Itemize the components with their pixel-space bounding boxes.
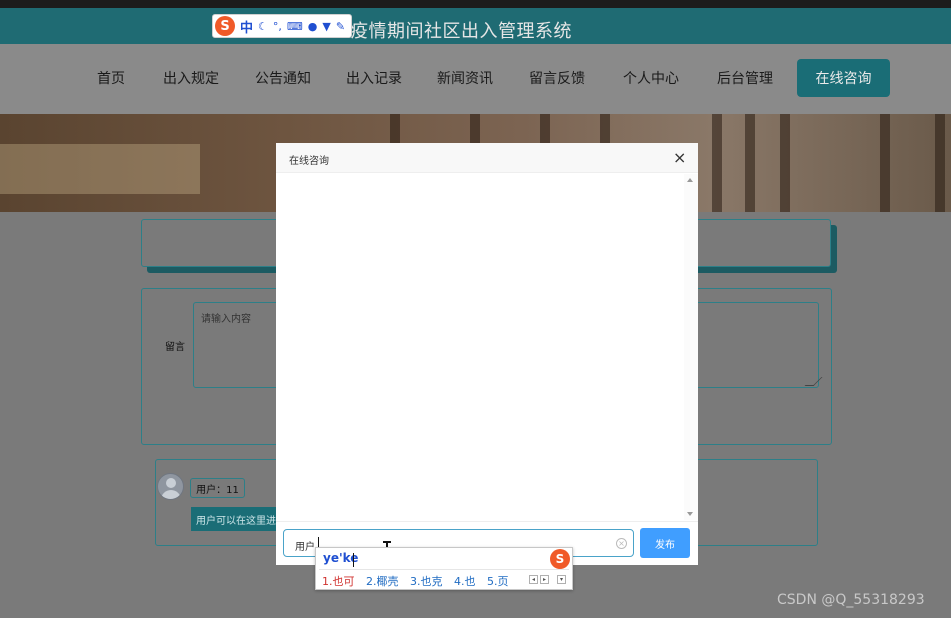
chat-input-value: 用户: [295, 542, 315, 553]
ime-candidate[interactable]: 3.也克: [410, 575, 443, 588]
user-icon[interactable]: ●: [308, 20, 318, 33]
close-icon[interactable]: ×: [673, 148, 686, 167]
ime-candidate[interactable]: 2.椰壳: [366, 575, 399, 588]
message-label: 留言: [165, 342, 185, 353]
top-strip: [0, 0, 951, 8]
wrench-icon[interactable]: ✎: [336, 20, 345, 33]
watermark: CSDN @Q_55318293: [777, 592, 925, 608]
moon-icon[interactable]: ☾: [258, 20, 268, 33]
nav-item-admin[interactable]: 后台管理: [717, 68, 773, 88]
main-nav: 首页 出入规定 公告通知 出入记录 新闻资讯 留言反馈 个人中心 后台管理 在线…: [0, 44, 951, 114]
nav-item-rules[interactable]: 出入规定: [163, 68, 219, 88]
nav-item-feedback[interactable]: 留言反馈: [529, 68, 585, 88]
ime-expand-icon[interactable]: ▾: [557, 575, 566, 584]
ime-candidate-popup: ye'ke S 1.也可 2.椰壳 3.也克 4.也 5.页 ◂ ▸ ▾: [315, 547, 573, 590]
dialog-divider: [276, 521, 698, 522]
keyboard-icon[interactable]: ⌨: [287, 20, 303, 33]
online-consult-button[interactable]: 在线咨询: [797, 59, 890, 97]
nav-item-home[interactable]: 首页: [97, 68, 125, 88]
message-placeholder: 请输入内容: [201, 314, 251, 325]
ime-toolbar[interactable]: S 中 ☾ °, ⌨ ● ▼ ✎: [212, 14, 352, 38]
nav-item-profile[interactable]: 个人中心: [623, 68, 679, 88]
scroll-up-icon[interactable]: [687, 178, 693, 182]
site-header: 疫情期间社区出入管理系统: [0, 8, 951, 44]
nav-item-notices[interactable]: 公告通知: [255, 68, 311, 88]
nav-item-news[interactable]: 新闻资讯: [437, 68, 493, 88]
comment-user-tag: 用户：11: [190, 478, 245, 498]
scroll-down-icon[interactable]: [687, 512, 693, 516]
consult-dialog: 在线咨询 × 用户 × 发布: [276, 143, 698, 565]
ime-next-page-icon[interactable]: ▸: [540, 575, 549, 584]
chat-message-area: [276, 173, 698, 521]
shirt-icon[interactable]: ▼: [322, 20, 330, 33]
comment-hint-text: 用户可以在这里进行留言: [191, 507, 281, 531]
send-button[interactable]: 发布: [640, 528, 690, 558]
avatar: [157, 473, 184, 500]
site-title: 疫情期间社区出入管理系统: [350, 21, 572, 42]
nav-item-records[interactable]: 出入记录: [346, 68, 402, 88]
chat-scrollbar[interactable]: [684, 174, 698, 520]
sogou-logo-icon: S: [550, 549, 570, 569]
ime-candidate[interactable]: 5.页: [487, 575, 509, 588]
ime-candidate[interactable]: 1.也可: [322, 575, 355, 588]
ime-caret: [353, 553, 354, 567]
ime-candidate[interactable]: 4.也: [454, 575, 476, 588]
dialog-header: 在线咨询 ×: [276, 143, 698, 173]
ime-candidates: 1.也可 2.椰壳 3.也克 4.也 5.页: [322, 573, 517, 589]
ime-prev-page-icon[interactable]: ◂: [529, 575, 538, 584]
ime-mode-toggle[interactable]: 中: [240, 17, 253, 36]
clear-input-icon[interactable]: ×: [616, 538, 627, 549]
dialog-title: 在线咨询: [289, 156, 329, 167]
punctuation-icon[interactable]: °,: [273, 20, 282, 33]
sogou-logo-icon[interactable]: S: [215, 16, 235, 36]
